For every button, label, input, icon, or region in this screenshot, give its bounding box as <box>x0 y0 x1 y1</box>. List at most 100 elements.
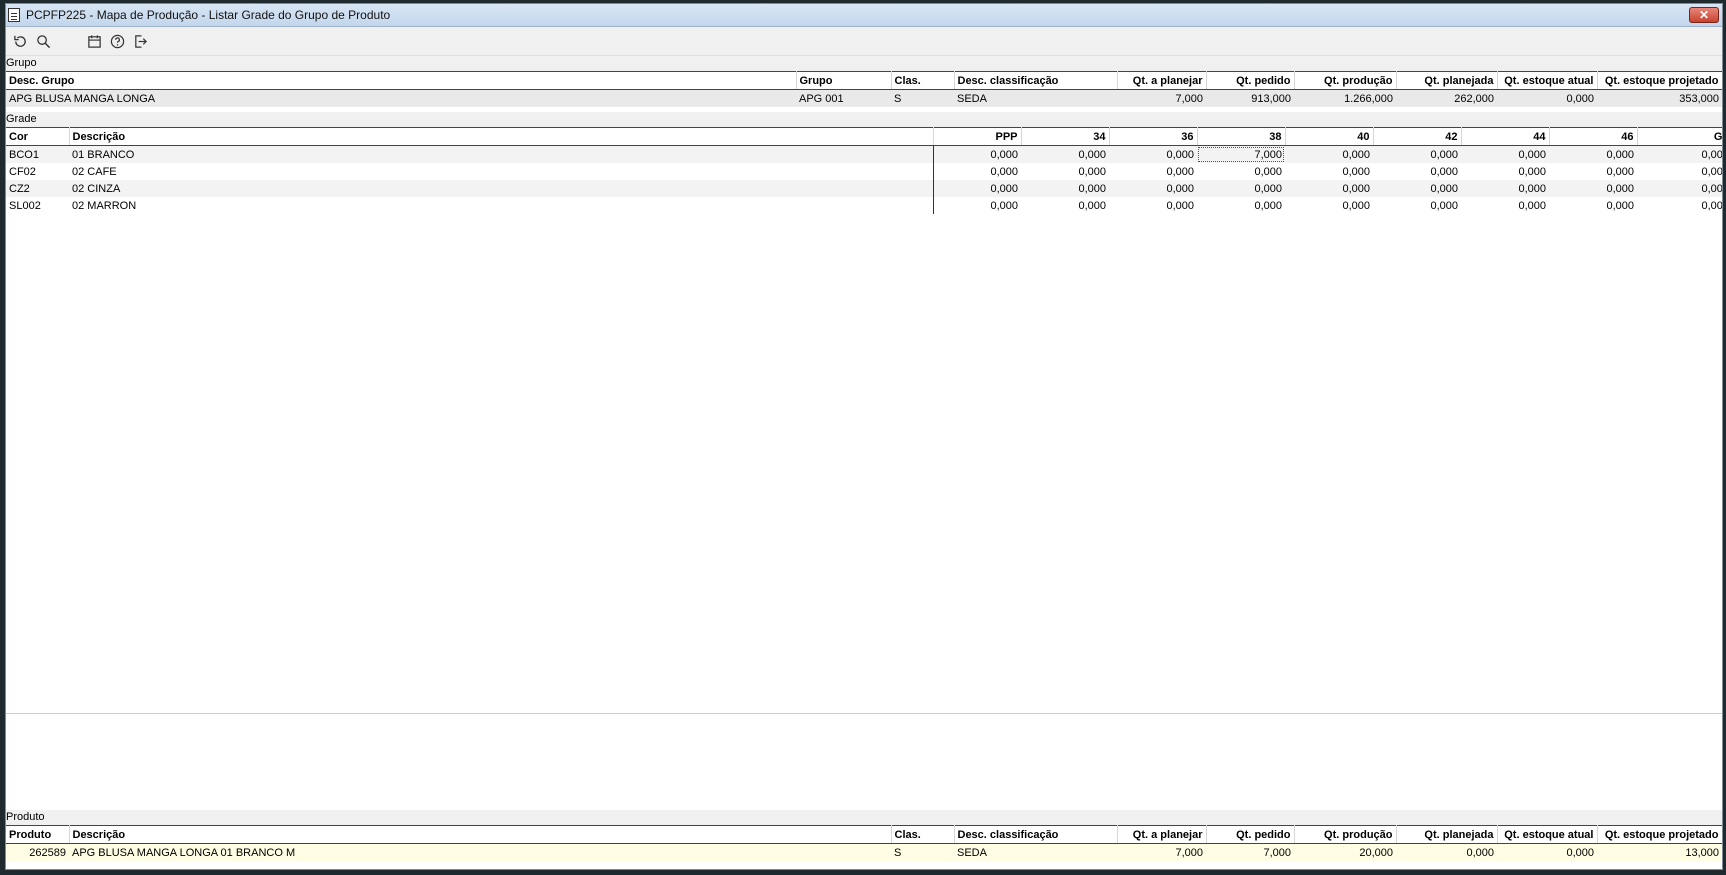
help-icon[interactable] <box>108 32 126 50</box>
cell-g3[interactable]: 0,000 <box>1637 180 1722 197</box>
col-36[interactable]: 36 <box>1109 127 1198 146</box>
cell-42[interactable]: 0,000 <box>1373 197 1461 214</box>
main-window: PCPFP225 - Mapa de Produção - Listar Gra… <box>5 3 1723 870</box>
cell-descricao: 02 CINZA <box>69 180 933 197</box>
cell-44[interactable]: 0,000 <box>1461 180 1549 197</box>
cell-qt-a-planejar: 7,000 <box>1117 89 1206 107</box>
cell-40[interactable]: 0,000 <box>1285 180 1373 197</box>
table-row[interactable]: CZ2 02 CINZA 0,000 0,000 0,000 0,000 0,0… <box>6 180 1722 197</box>
cell-46[interactable]: 0,000 <box>1549 180 1637 197</box>
cell-42[interactable]: 0,000 <box>1373 180 1461 197</box>
col-qt-pedido[interactable]: Qt. pedido <box>1206 825 1295 844</box>
col-qt-estoque-atual[interactable]: Qt. estoque atual <box>1497 71 1598 90</box>
calendar-icon[interactable] <box>85 32 103 50</box>
cell-ppp[interactable]: 0,000 <box>932 163 1021 180</box>
col-40[interactable]: 40 <box>1285 127 1374 146</box>
cell-44[interactable]: 0,000 <box>1461 145 1549 163</box>
cell-descricao: 02 MARRON <box>69 197 933 214</box>
produto-panel: Produto Produto Descrição Clas. Desc. cl… <box>6 810 1722 861</box>
col-qt-a-planejar[interactable]: Qt. a planejar <box>1117 71 1207 90</box>
col-qt-estoque-projetado[interactable]: Qt. estoque projetado <box>1597 71 1722 90</box>
col-g3[interactable]: G3 <box>1637 127 1722 146</box>
close-button[interactable]: ✕ <box>1689 7 1719 23</box>
search-icon[interactable] <box>34 32 52 50</box>
table-row[interactable]: SL002 02 MARRON 0,000 0,000 0,000 0,000 … <box>6 197 1722 214</box>
cell-46[interactable]: 0,000 <box>1549 145 1637 163</box>
cell-34[interactable]: 0,000 <box>1021 163 1109 180</box>
cell-46[interactable]: 0,000 <box>1549 163 1637 180</box>
col-44[interactable]: 44 <box>1461 127 1550 146</box>
grade-header-row: Cor Descrição PPP 34 36 38 40 42 44 46 G… <box>6 127 1722 146</box>
col-desc-classificacao[interactable]: Desc. classificação <box>954 71 1118 90</box>
cell-46[interactable]: 0,000 <box>1549 197 1637 214</box>
cell-40[interactable]: 0,000 <box>1285 197 1373 214</box>
table-row[interactable]: 262589 APG BLUSA MANGA LONGA 01 BRANCO M… <box>6 843 1722 861</box>
col-descricao[interactable]: Descrição <box>69 825 892 844</box>
cell-38[interactable]: 0,000 <box>1197 197 1285 214</box>
col-qt-planejada[interactable]: Qt. planejada <box>1396 71 1498 90</box>
cell-44[interactable]: 0,000 <box>1461 197 1549 214</box>
cell-42[interactable]: 0,000 <box>1373 145 1461 163</box>
col-46[interactable]: 46 <box>1549 127 1638 146</box>
cell-38[interactable]: 7,000 <box>1197 145 1285 163</box>
cell-qt-planejada: 0,000 <box>1396 843 1497 861</box>
cell-cor: CZ2 <box>6 180 69 197</box>
col-grupo[interactable]: Grupo <box>796 71 892 90</box>
cell-36[interactable]: 0,000 <box>1109 180 1197 197</box>
cell-40[interactable]: 0,000 <box>1285 145 1373 163</box>
col-qt-estoque-atual[interactable]: Qt. estoque atual <box>1497 825 1598 844</box>
cell-g3[interactable]: 0,000 <box>1637 145 1722 163</box>
cell-g3[interactable]: 0,000 <box>1637 163 1722 180</box>
cell-ppp[interactable]: 0,000 <box>932 180 1021 197</box>
col-descricao[interactable]: Descrição <box>69 127 934 146</box>
col-qt-planejada[interactable]: Qt. planejada <box>1396 825 1498 844</box>
refresh-icon[interactable] <box>11 32 29 50</box>
cell-cor: SL002 <box>6 197 69 214</box>
cell-ppp[interactable]: 0,000 <box>932 197 1021 214</box>
table-row[interactable]: APG BLUSA MANGA LONGA APG 001 S SEDA 7,0… <box>6 89 1722 107</box>
table-row[interactable]: CF02 02 CAFE 0,000 0,000 0,000 0,000 0,0… <box>6 163 1722 180</box>
col-34[interactable]: 34 <box>1021 127 1110 146</box>
cell-36[interactable]: 0,000 <box>1109 197 1197 214</box>
cell-grupo: APG 001 <box>796 89 891 107</box>
cell-40[interactable]: 0,000 <box>1285 163 1373 180</box>
cell-44[interactable]: 0,000 <box>1461 163 1549 180</box>
cell-qt-estoque-projetado: 13,000 <box>1597 843 1722 861</box>
produto-header-row: Produto Descrição Clas. Desc. classifica… <box>6 825 1722 844</box>
table-row[interactable]: BCO1 01 BRANCO 0,000 0,000 0,000 7,000 0… <box>6 145 1722 163</box>
col-ppp[interactable]: PPP <box>933 127 1022 146</box>
col-qt-a-planejar[interactable]: Qt. a planejar <box>1117 825 1207 844</box>
cell-36[interactable]: 0,000 <box>1109 163 1197 180</box>
col-produto[interactable]: Produto <box>6 825 70 844</box>
col-qt-producao[interactable]: Qt. produção <box>1294 71 1397 90</box>
cell-produto: 262589 <box>6 843 69 861</box>
cell-34[interactable]: 0,000 <box>1021 145 1109 163</box>
cell-38[interactable]: 0,000 <box>1197 163 1285 180</box>
grade-section-label: Grade <box>6 112 1722 127</box>
col-clas[interactable]: Clas. <box>891 825 955 844</box>
cell-desc-grupo: APG BLUSA MANGA LONGA <box>6 89 796 107</box>
cell-cor: CF02 <box>6 163 69 180</box>
col-desc-classificacao[interactable]: Desc. classificação <box>954 825 1118 844</box>
exit-icon[interactable] <box>131 32 149 50</box>
col-qt-pedido[interactable]: Qt. pedido <box>1206 71 1295 90</box>
grupo-section-label: Grupo <box>6 56 1722 71</box>
col-42[interactable]: 42 <box>1373 127 1462 146</box>
col-clas[interactable]: Clas. <box>891 71 955 90</box>
cell-36[interactable]: 0,000 <box>1109 145 1197 163</box>
produto-table: Produto Descrição Clas. Desc. classifica… <box>6 825 1722 861</box>
cell-34[interactable]: 0,000 <box>1021 180 1109 197</box>
cell-34[interactable]: 0,000 <box>1021 197 1109 214</box>
cell-42[interactable]: 0,000 <box>1373 163 1461 180</box>
cell-38[interactable]: 0,000 <box>1197 180 1285 197</box>
col-cor[interactable]: Cor <box>6 127 70 146</box>
col-desc-grupo[interactable]: Desc. Grupo <box>6 71 797 90</box>
cell-clas: S <box>891 843 954 861</box>
col-38[interactable]: 38 <box>1197 127 1286 146</box>
cell-g3[interactable]: 0,000 <box>1637 197 1722 214</box>
col-qt-estoque-projetado[interactable]: Qt. estoque projetado <box>1597 825 1722 844</box>
col-qt-producao[interactable]: Qt. produção <box>1294 825 1397 844</box>
cell-qt-pedido: 913,000 <box>1206 89 1294 107</box>
cell-ppp[interactable]: 0,000 <box>932 145 1021 163</box>
cell-cor: BCO1 <box>6 145 69 163</box>
